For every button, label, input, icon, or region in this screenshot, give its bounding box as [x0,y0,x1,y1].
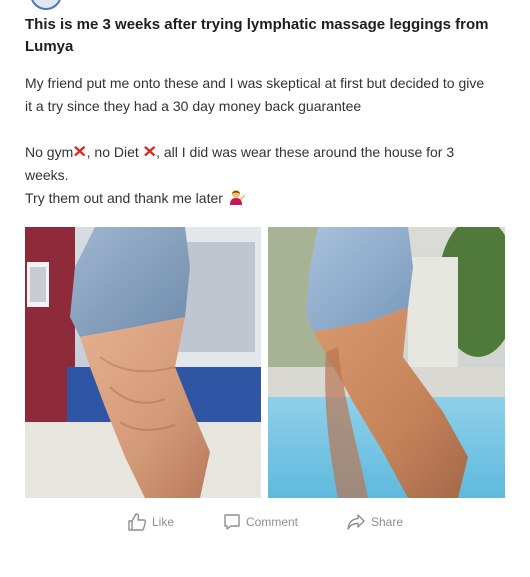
like-button[interactable]: Like [127,508,174,536]
share-label: Share [371,515,404,529]
cross-mark-icon: ✕ [72,144,88,161]
comment-label: Comment [246,515,299,529]
post-paragraph-3: Try them out and thank me later [25,187,495,210]
comment-icon [224,514,240,530]
post-paragraph-1: My friend put me onto these and I was sk… [25,75,485,114]
text-segment: , no Diet [86,144,143,160]
text-segment: No gym [25,144,74,160]
share-icon [347,514,365,530]
thumbs-up-icon [128,513,147,531]
after-photo[interactable] [268,227,505,498]
cross-mark-icon: ✕ [142,144,157,161]
post-header-partial [0,0,530,14]
before-photo[interactable] [25,227,261,498]
share-button[interactable]: Share [346,508,403,536]
text-segment: Try them out and thank me later [25,190,223,206]
post-actions-bar: Like Comment Share [0,508,530,536]
like-label: Like [152,515,175,529]
post-title: This is me 3 weeks after trying lymphati… [25,16,489,55]
person-tipping-hand-icon [229,190,245,205]
avatar[interactable] [30,0,62,10]
post-paragraph-2: No gym✕, no Diet ✕, all I did was wear t… [25,141,495,187]
comment-button[interactable]: Comment [223,508,298,536]
